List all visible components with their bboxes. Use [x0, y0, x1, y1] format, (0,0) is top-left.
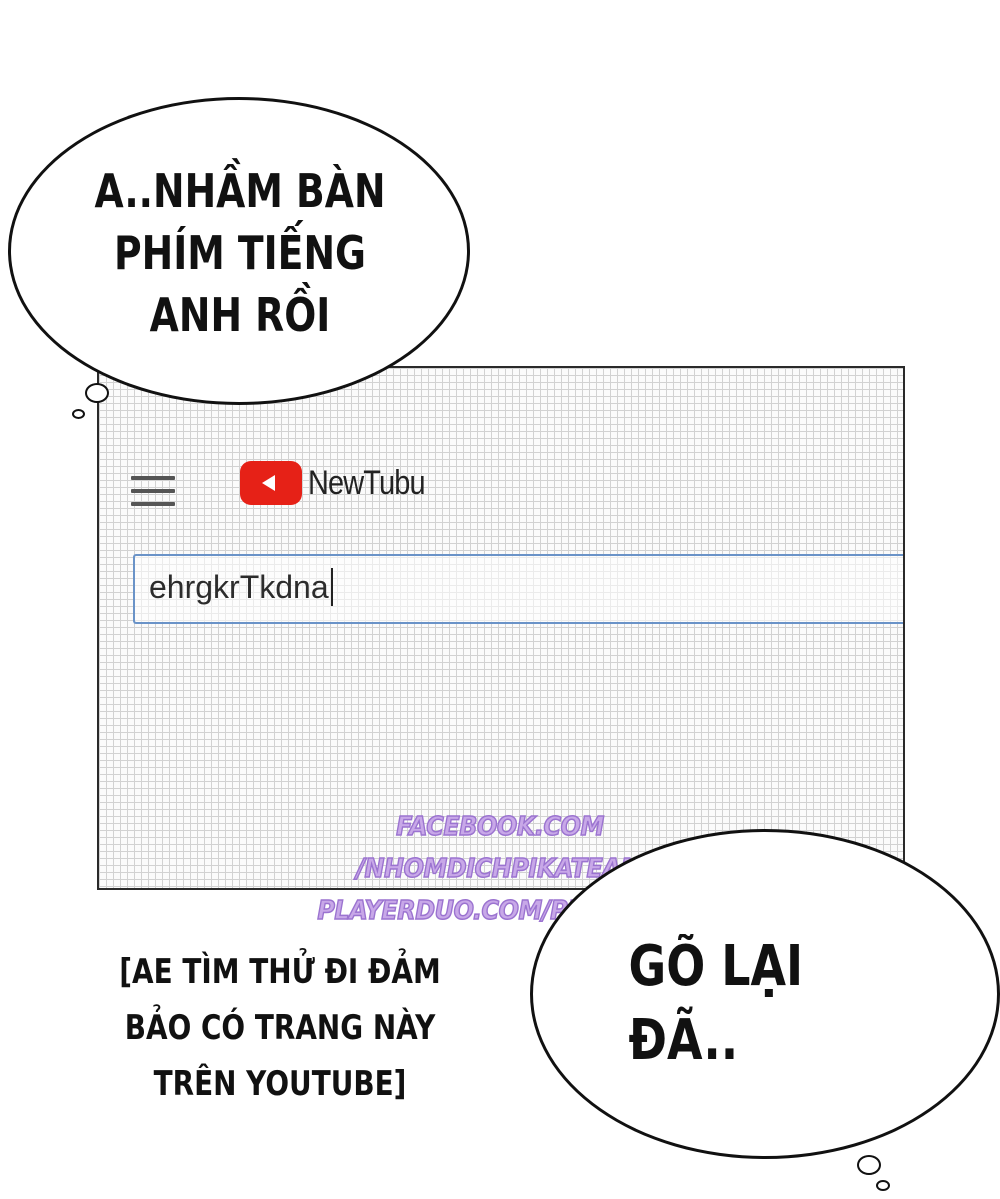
- watermark-line-1: FACEBOOK.COM: [395, 811, 604, 843]
- bubble-line: ANH RỒI: [149, 288, 331, 342]
- bubble-line: PHÍM TIẾNG: [114, 226, 366, 280]
- note-line: [AE TÌM THỬ ĐI ĐẢM: [119, 952, 441, 992]
- text-caret: [330, 568, 333, 606]
- note-line: TRÊN YOUTUBE]: [153, 1064, 407, 1104]
- bubble-line: A..NHẦM BÀN: [94, 164, 386, 218]
- note-line: BẢO CÓ TRANG NÀY: [124, 1008, 436, 1048]
- hamburger-menu-icon[interactable]: [131, 476, 175, 510]
- thought-dot-small: [72, 409, 85, 419]
- bubble-text-top-left: A..NHẦM BÀN PHÍM TIẾNG ANH RỒI: [76, 160, 404, 346]
- play-logo-icon: [240, 461, 302, 505]
- comic-panel: NewTubu ehrgkrTkdna FACEBOOK.COM /NHOMDI…: [0, 0, 1000, 1199]
- translator-note: [AE TÌM THỬ ĐI ĐẢM BẢO CÓ TRANG NÀY TRÊN…: [100, 944, 461, 1112]
- logo-text: NewTubu: [308, 463, 426, 502]
- thought-dot-large: [85, 383, 109, 403]
- bubble-text-bottom-right: GÕ LẠI ĐÃ..: [596, 930, 867, 1078]
- search-input-value: ehrgkrTkdna: [149, 569, 329, 605]
- thought-dot-large: [857, 1155, 881, 1175]
- bubble-line: GÕ LẠI: [628, 934, 804, 999]
- site-logo[interactable]: NewTubu: [240, 461, 445, 505]
- thought-dot-small: [876, 1180, 890, 1191]
- search-input[interactable]: ehrgkrTkdna: [133, 554, 903, 624]
- bubble-line: ĐÃ..: [628, 1008, 739, 1073]
